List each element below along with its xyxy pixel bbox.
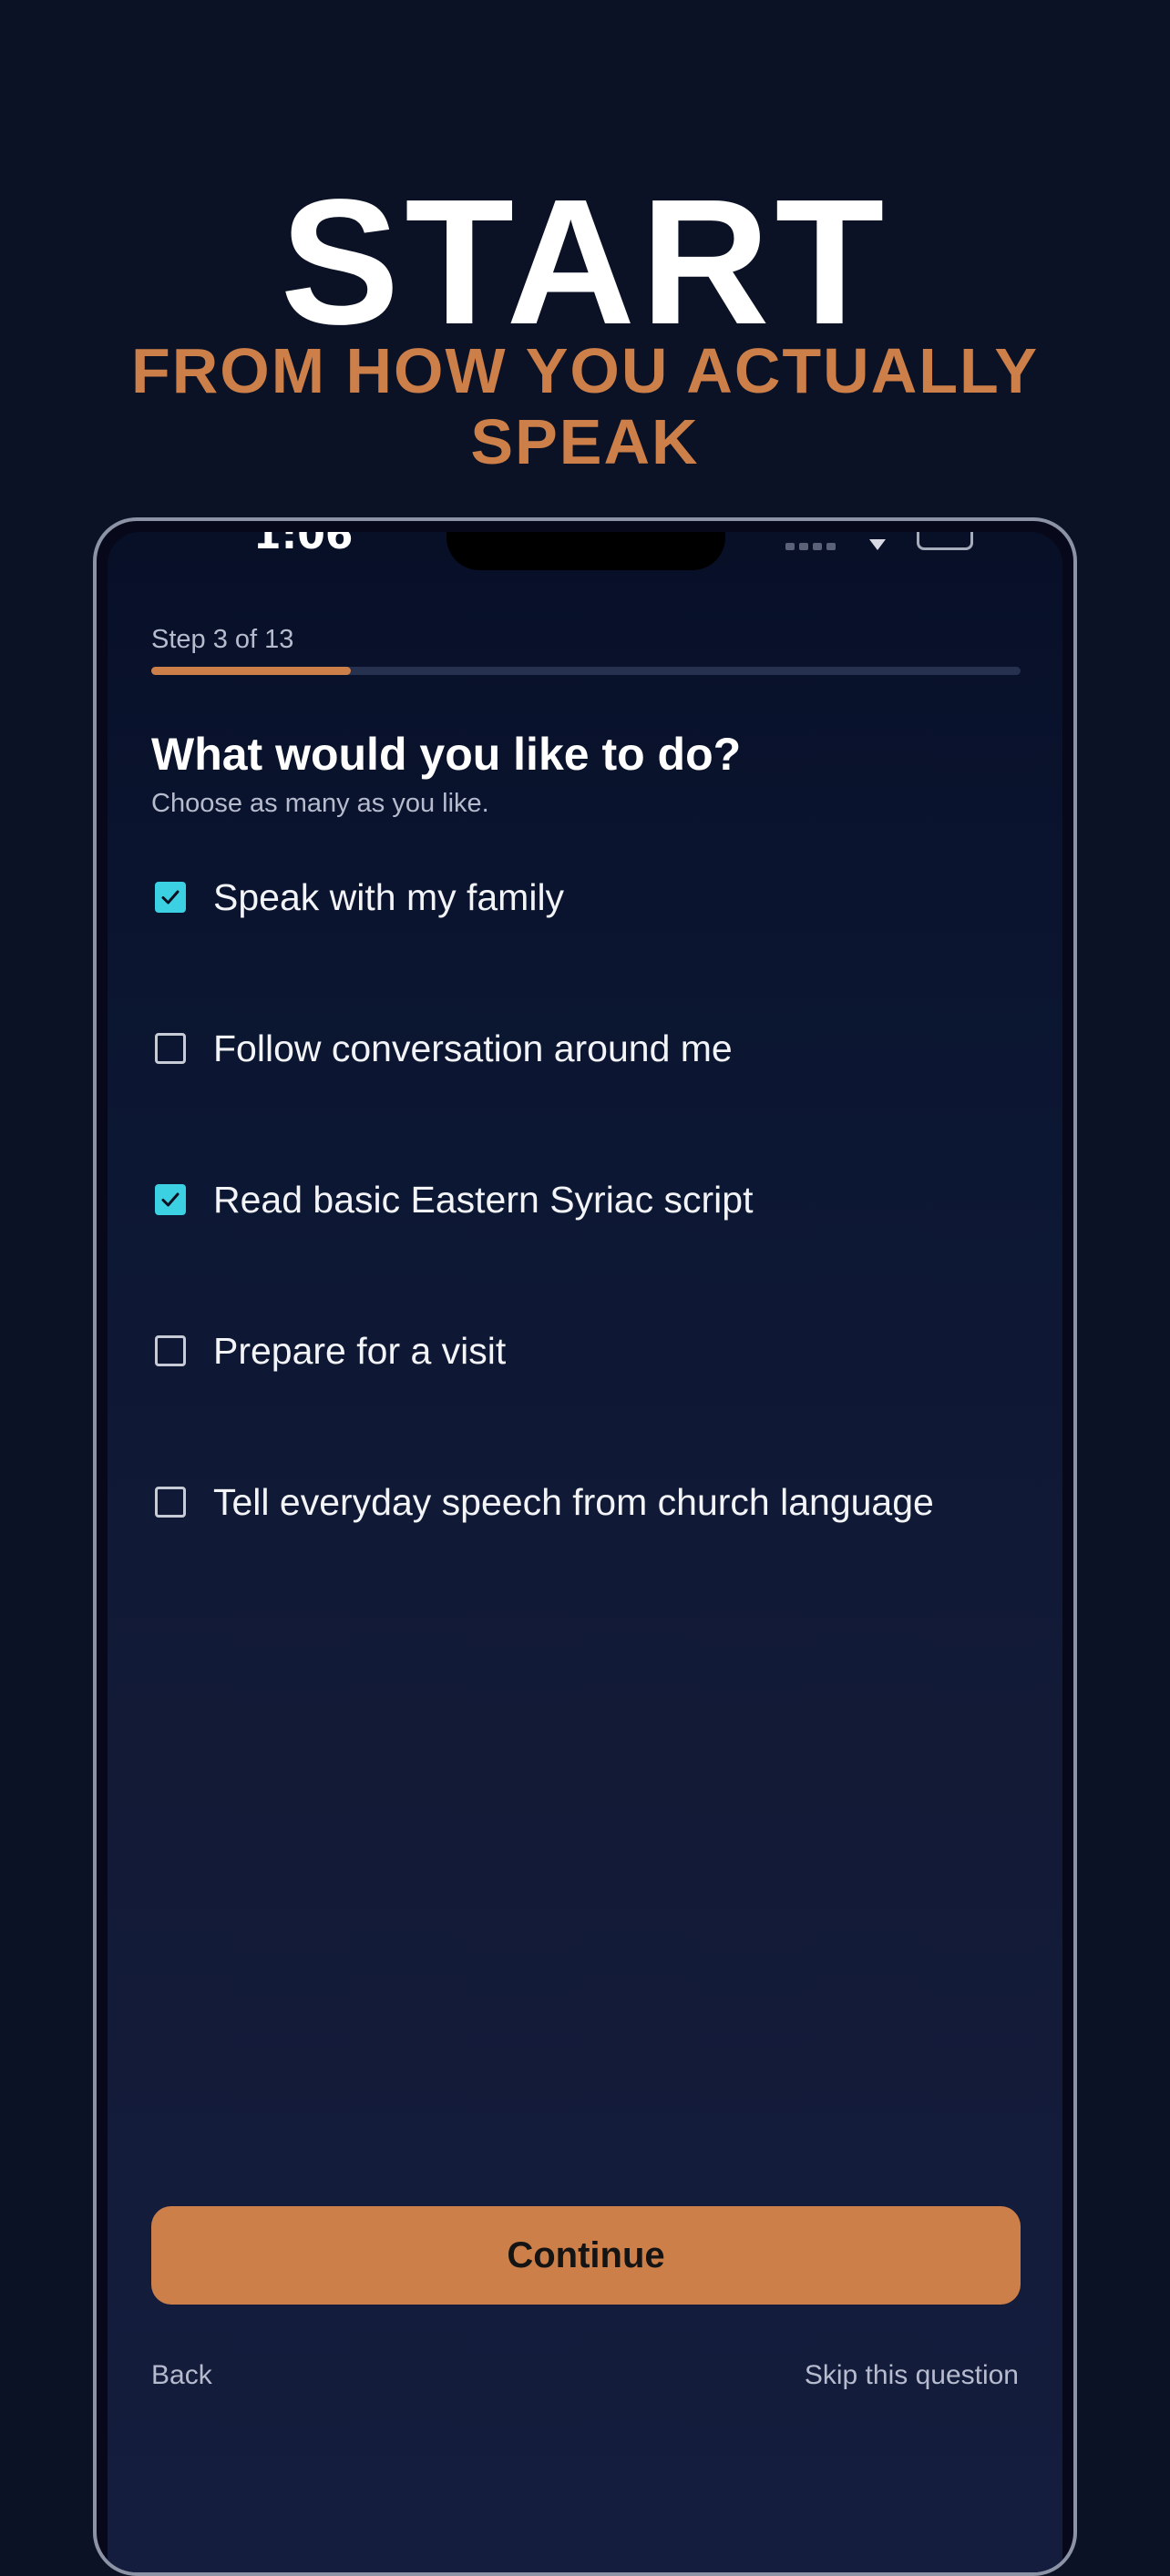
- signal-icon: [785, 543, 836, 550]
- status-time: 1:06: [253, 532, 354, 558]
- question-hint: Choose as many as you like.: [151, 789, 489, 818]
- checkbox[interactable]: [155, 1335, 186, 1366]
- options-list: Speak with my family Follow conversation…: [151, 822, 1026, 1578]
- skip-question-link[interactable]: Skip this question: [805, 2359, 1019, 2392]
- option-speak-with-family[interactable]: Speak with my family: [151, 822, 1026, 973]
- progress-bar-fill: [151, 667, 352, 675]
- checkmark-icon: [161, 890, 180, 905]
- continue-button[interactable]: Continue: [151, 2206, 1021, 2305]
- promo-title: START: [280, 162, 890, 362]
- step-indicator: Step 3 of 13: [151, 625, 294, 654]
- phone-notch: [446, 532, 725, 570]
- back-link[interactable]: Back: [151, 2359, 212, 2392]
- option-follow-conversation[interactable]: Follow conversation around me: [151, 973, 1026, 1124]
- promo-subtitle: FROM HOW YOU ACTUALLY SPEAK: [130, 335, 1040, 477]
- phone-frame: 1:06 Step 3 of 13 What would you like to…: [93, 517, 1077, 2576]
- checkmark-icon: [161, 1192, 180, 1207]
- option-label: Speak with my family: [213, 876, 565, 918]
- checkbox[interactable]: [155, 1487, 186, 1518]
- option-everyday-vs-church[interactable]: Tell everyday speech from church languag…: [151, 1426, 1026, 1578]
- option-label: Tell everyday speech from church languag…: [213, 1481, 934, 1523]
- question-title: What would you like to do?: [151, 729, 742, 780]
- option-label: Prepare for a visit: [213, 1330, 507, 1372]
- checkbox[interactable]: [155, 1184, 186, 1215]
- option-prepare-visit[interactable]: Prepare for a visit: [151, 1275, 1026, 1426]
- option-label: Follow conversation around me: [213, 1027, 733, 1069]
- battery-icon: [917, 532, 973, 550]
- wifi-icon: [869, 539, 886, 550]
- checkbox[interactable]: [155, 1033, 186, 1064]
- option-read-syriac-script[interactable]: Read basic Eastern Syriac script: [151, 1124, 1026, 1275]
- progress-bar: [151, 667, 1021, 675]
- checkbox[interactable]: [155, 882, 186, 913]
- app-screen: 1:06 Step 3 of 13 What would you like to…: [108, 532, 1062, 2572]
- option-label: Read basic Eastern Syriac script: [213, 1179, 754, 1221]
